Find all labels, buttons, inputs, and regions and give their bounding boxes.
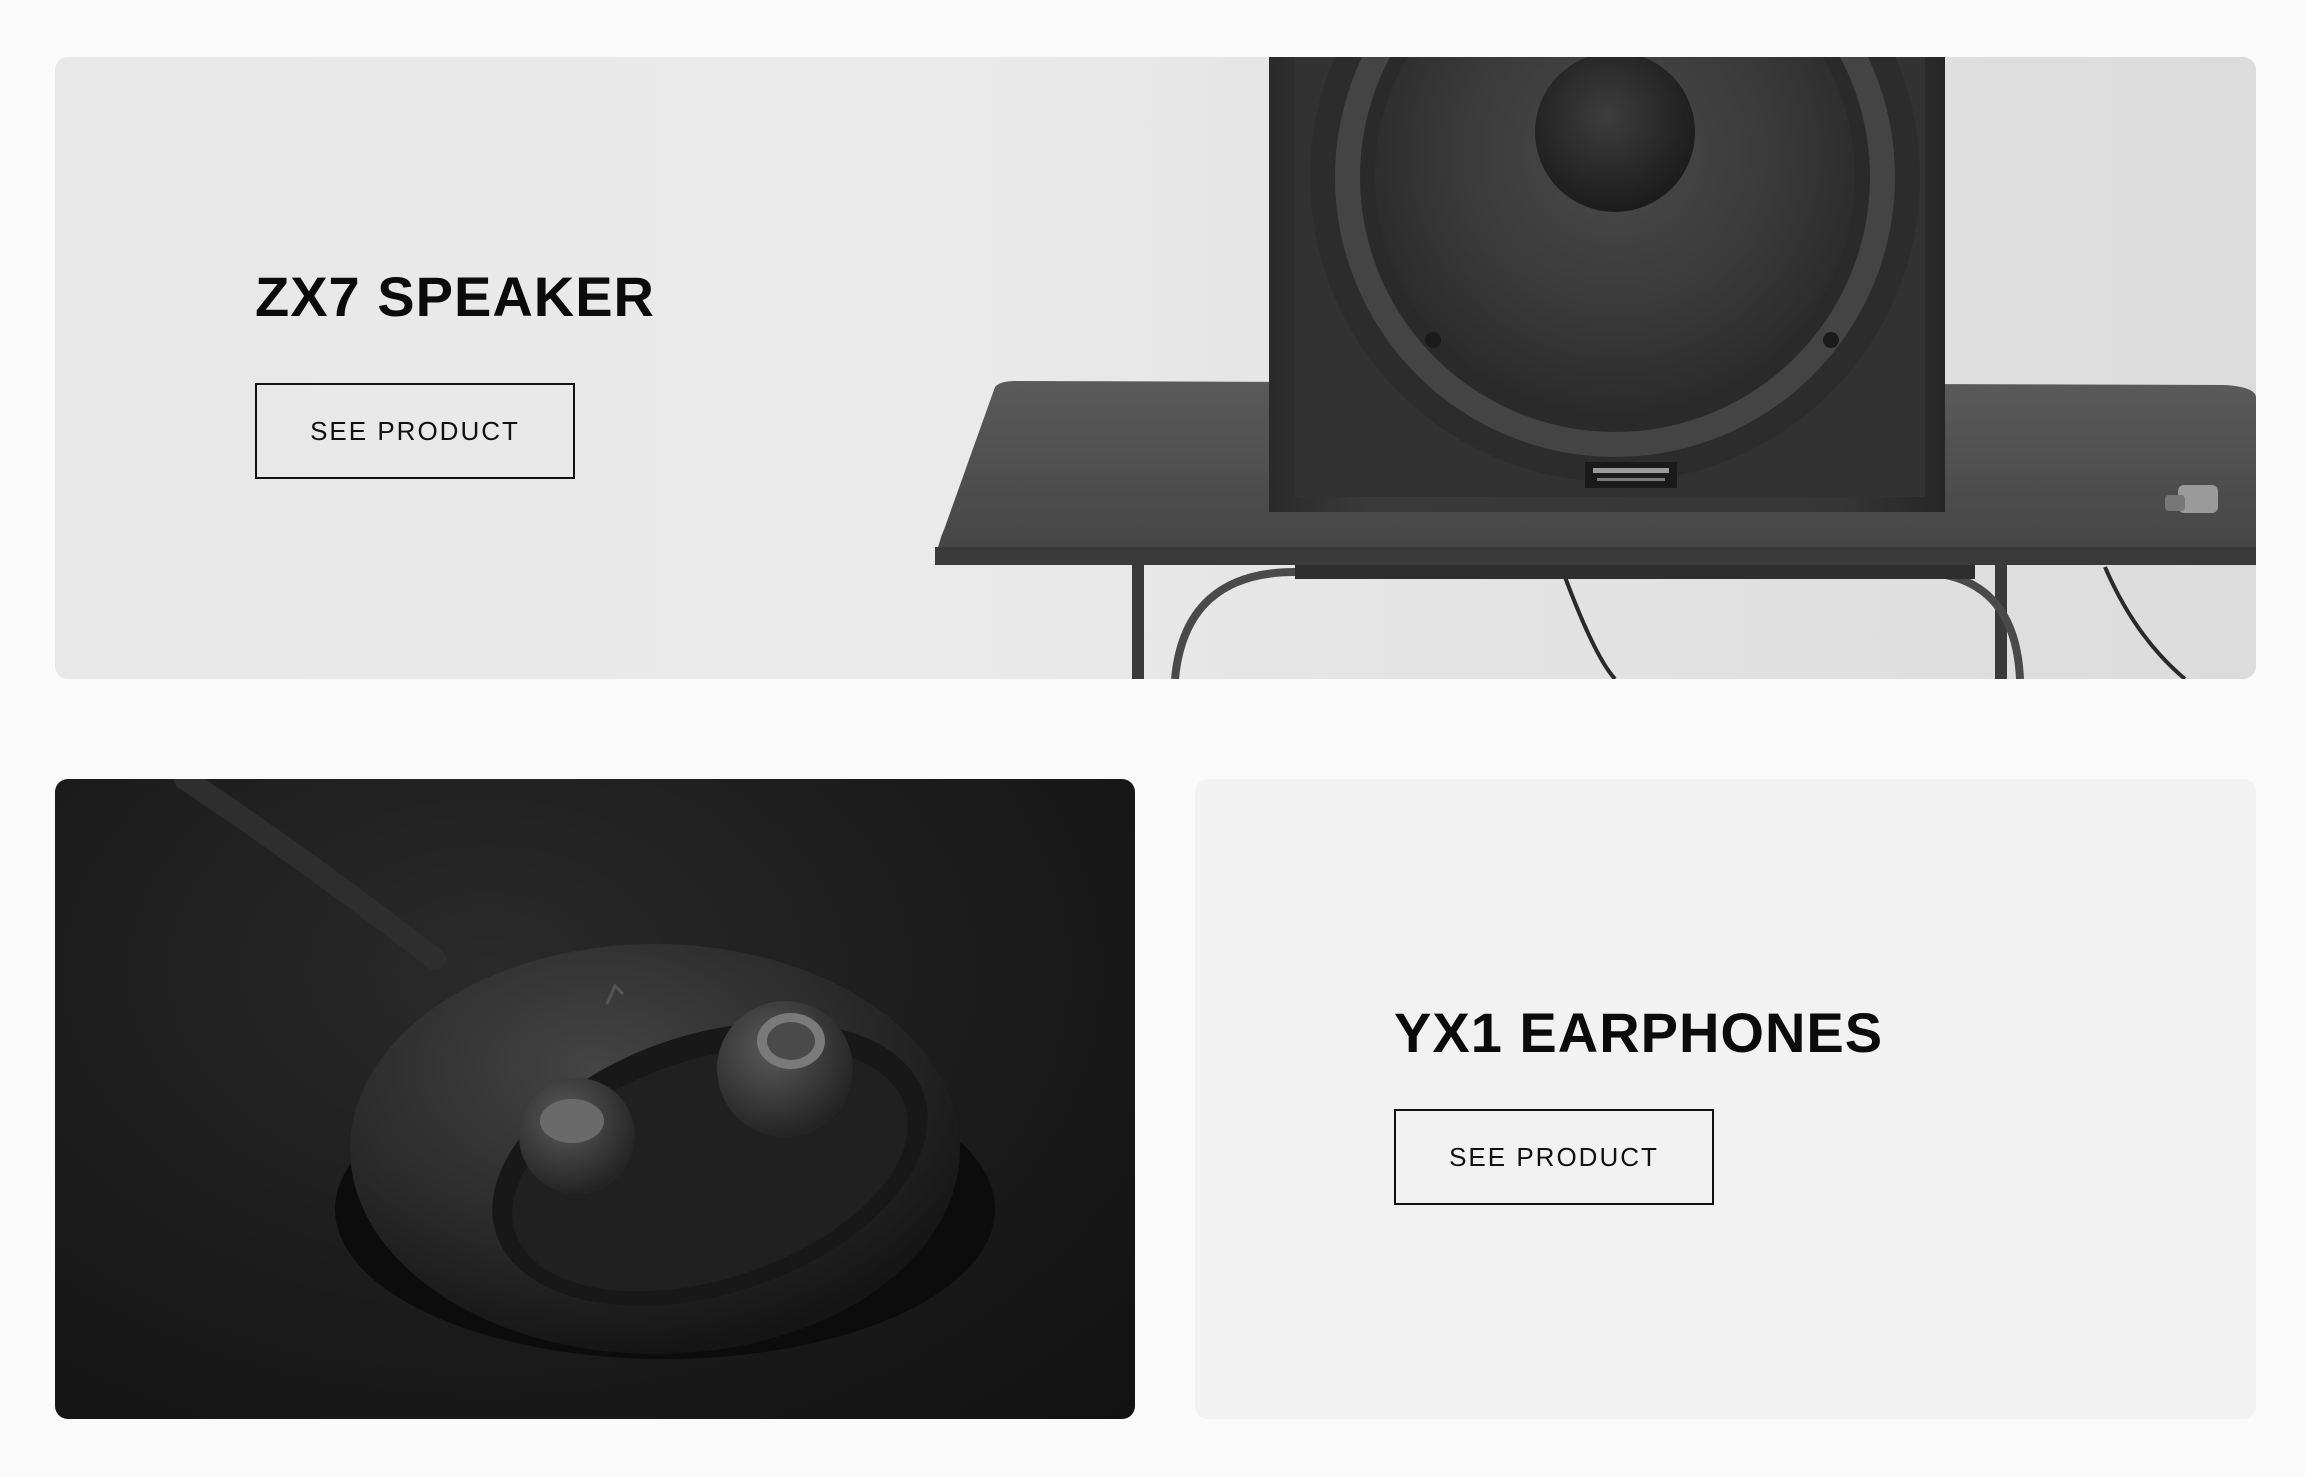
earphones-title: YX1 EARPHONES (1394, 1001, 1884, 1064)
zx7-speaker-card: ZX7 SPEAKER SEE PRODUCT (55, 57, 2256, 679)
see-product-button-speaker[interactable]: SEE PRODUCT (255, 383, 575, 479)
see-product-button-earphones[interactable]: SEE PRODUCT (1394, 1109, 1714, 1205)
speaker-title: ZX7 SPEAKER (255, 265, 655, 328)
earphones-case-image (174, 779, 995, 1359)
speaker-on-table-image (935, 57, 2256, 679)
yx1-earphones-image-card (55, 779, 1135, 1419)
yx1-earphones-card: YX1 EARPHONES SEE PRODUCT (1195, 779, 2256, 1419)
product-showcase-page: ZX7 SPEAKER SEE PRODUCT YX1 EARPHONES SE… (0, 0, 2305, 1477)
